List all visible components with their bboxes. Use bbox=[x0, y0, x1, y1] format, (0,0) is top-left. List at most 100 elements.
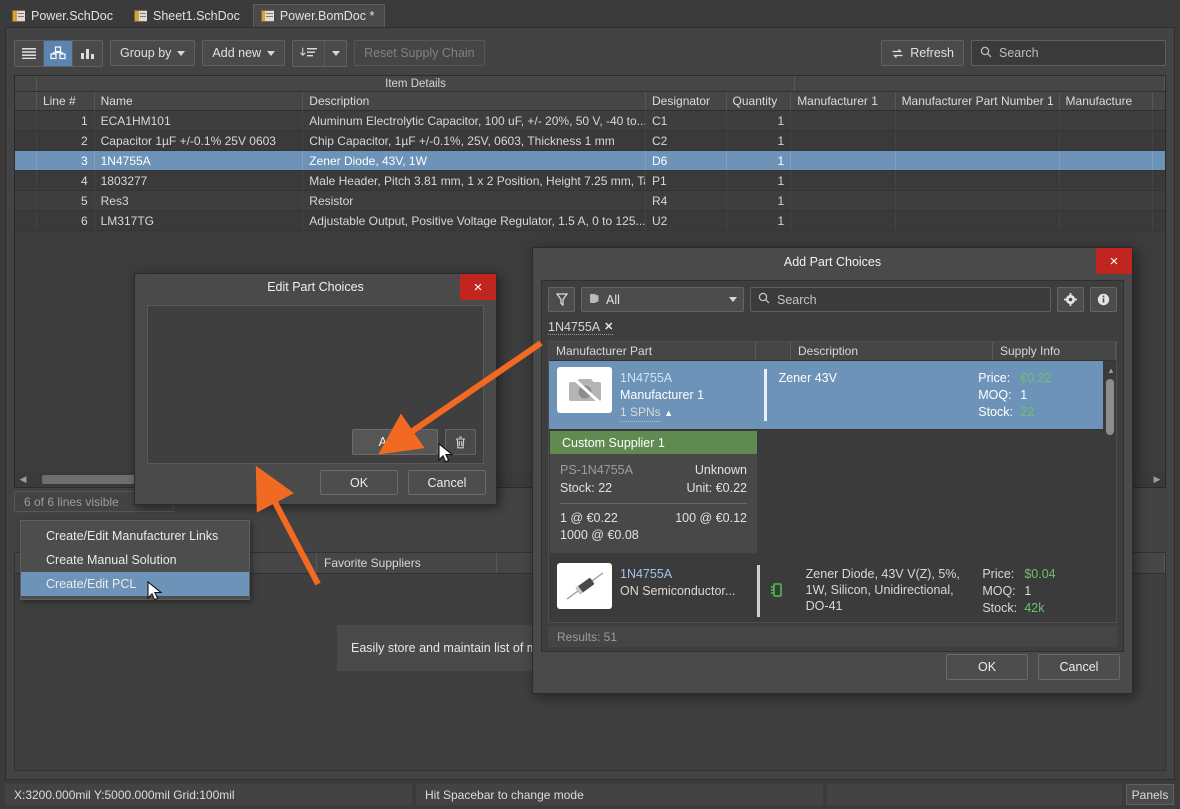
close-icon[interactable]: ✕ bbox=[604, 320, 613, 333]
part-number[interactable]: 1N4755A bbox=[620, 370, 704, 387]
manufacturer-name: ON Semiconductor... bbox=[620, 584, 736, 598]
col-label: Manufacturer Part bbox=[556, 344, 653, 358]
column-header-manufacturer-part-number-1[interactable]: Manufacturer Part Number 1 bbox=[896, 92, 1060, 110]
column-header-line[interactable]: Line # bbox=[37, 92, 95, 110]
cell-manufacture bbox=[1060, 151, 1153, 170]
ok-button[interactable]: OK bbox=[946, 654, 1028, 680]
column-header-blank[interactable] bbox=[1153, 92, 1165, 110]
chart-view-icon[interactable] bbox=[73, 41, 102, 66]
result-row-on-semiconductor[interactable]: 1N4755A ON Semiconductor... Zener Diode,… bbox=[549, 557, 1116, 622]
tab-label: Power.BomDoc * bbox=[279, 9, 375, 23]
warning-icon[interactable] bbox=[1153, 211, 1165, 230]
reset-supply-chain-button[interactable]: Reset Supply Chain bbox=[354, 40, 485, 66]
cell-line-number: 5 bbox=[37, 191, 95, 210]
cell-line-number: 4 bbox=[37, 171, 95, 190]
sort-split-button[interactable] bbox=[292, 39, 348, 67]
supplier-card[interactable]: Custom Supplier 1 PS-1N4755A Unknown Sto… bbox=[550, 431, 757, 553]
results-vertical-scrollbar[interactable]: ▲ bbox=[1103, 361, 1116, 622]
cell-name: 1803277 bbox=[95, 171, 304, 190]
close-icon[interactable]: × bbox=[460, 274, 496, 300]
ok-button[interactable]: OK bbox=[320, 470, 398, 495]
spn-toggle[interactable]: 1 SPNs ▲ bbox=[620, 404, 704, 422]
tab-power-bomdoc[interactable]: Power.BomDoc * bbox=[252, 4, 386, 27]
structure-view-icon[interactable] bbox=[44, 40, 73, 66]
table-row[interactable]: 1 ECA1HM101 Aluminum Electrolytic Capacito… bbox=[15, 111, 1165, 131]
column-header-blank[interactable] bbox=[15, 92, 37, 110]
lifecycle-cell bbox=[760, 557, 794, 622]
info-icon[interactable] bbox=[1090, 287, 1117, 312]
table-row[interactable]: 3 1N4755A Zener Diode, 43V, 1W D6 1 bbox=[15, 151, 1165, 171]
cell-mpn-1 bbox=[896, 151, 1060, 170]
part-choices-list[interactable]: Add... bbox=[147, 305, 484, 464]
group-by-button[interactable]: Group by bbox=[110, 40, 196, 66]
filter-icon[interactable] bbox=[548, 287, 575, 312]
scroll-left-arrow[interactable]: ◀ bbox=[16, 474, 30, 485]
description-cell: Zener Diode, 43V V(Z), 5%, 1W, Silicon, … bbox=[794, 557, 971, 622]
column-header-name[interactable]: Name bbox=[95, 92, 304, 110]
moq-label: MOQ: bbox=[978, 388, 1012, 402]
cell-manufacture bbox=[1060, 171, 1153, 190]
tab-sheet1-schdoc[interactable]: Sheet1.SchDoc bbox=[125, 4, 251, 27]
close-icon[interactable]: × bbox=[1096, 248, 1132, 274]
cell-quantity: 1 bbox=[727, 131, 792, 150]
search-results-list[interactable]: Manufacturer Part Description Supply Inf… bbox=[548, 341, 1117, 623]
mouse-cursor-menu bbox=[147, 580, 163, 606]
menu-item-create-manual-solution[interactable]: Create Manual Solution bbox=[21, 548, 249, 572]
panels-button[interactable]: Panels bbox=[1126, 784, 1174, 805]
schematic-doc-icon bbox=[133, 10, 147, 22]
gear-icon[interactable] bbox=[1057, 287, 1084, 312]
cell-designator: R4 bbox=[646, 191, 727, 210]
menu-item-label: Create Manual Solution bbox=[46, 553, 177, 567]
supplier-unit-price: Unit: €0.22 bbox=[686, 481, 747, 495]
spn-count: 1 SPNs bbox=[620, 404, 661, 422]
warning-icon[interactable] bbox=[1153, 111, 1165, 130]
part-number[interactable]: 1N4755A bbox=[620, 566, 735, 583]
add-new-button[interactable]: Add new bbox=[202, 40, 286, 66]
table-row[interactable]: 5 Res3 Resistor R4 1 bbox=[15, 191, 1165, 211]
schematic-doc-icon bbox=[12, 10, 25, 22]
result-row-manufacturer-1[interactable]: 1N4755A Manufacturer 1 1 SPNs ▲ Zener 43… bbox=[549, 361, 1116, 430]
column-header-quantity[interactable]: Quantity bbox=[727, 92, 792, 110]
sort-icon[interactable] bbox=[293, 41, 324, 66]
ok-label: OK bbox=[977, 660, 997, 674]
column-header-designator[interactable]: Designator bbox=[646, 92, 727, 110]
description-text: Zener 43V bbox=[778, 371, 837, 385]
scroll-thumb[interactable] bbox=[1106, 379, 1114, 435]
row-marker bbox=[15, 131, 37, 150]
column-header-manufacture[interactable]: Manufacture bbox=[1060, 92, 1153, 110]
table-row[interactable]: 2 Capacitor 1µF +/-0.1% 25V 0603 Chip Capa… bbox=[15, 131, 1165, 151]
supply-info-cell: Price: $0.04 MOQ: 1 Stock: 42k bbox=[970, 557, 1116, 622]
list-view-icon[interactable] bbox=[15, 40, 44, 66]
menu-item-create-edit-pcl[interactable]: Create/Edit PCL bbox=[21, 572, 249, 596]
ok-label: OK bbox=[349, 475, 369, 490]
cancel-button[interactable]: Cancel bbox=[1038, 654, 1120, 680]
column-header-manufacturer-1[interactable]: Manufacturer 1 bbox=[791, 92, 896, 110]
add-button[interactable]: Add... bbox=[352, 429, 438, 455]
cancel-button[interactable]: Cancel bbox=[408, 470, 486, 495]
warning-icon[interactable] bbox=[1153, 191, 1165, 210]
warning-icon[interactable] bbox=[1153, 171, 1165, 190]
coordinates-readout: X:3200.000mil Y:5000.000mil Grid:100mil bbox=[5, 784, 412, 805]
scroll-up-arrow[interactable]: ▲ bbox=[1107, 366, 1115, 375]
add-dialog-footer: OK Cancel bbox=[946, 654, 1120, 680]
scroll-right-arrow[interactable]: ▶ bbox=[1150, 474, 1164, 485]
warning-icon[interactable] bbox=[1153, 151, 1165, 170]
column-header-description[interactable]: Description bbox=[303, 92, 647, 110]
row-marker bbox=[15, 171, 37, 190]
search-icon bbox=[758, 292, 770, 307]
reset-supply-chain-label: Reset Supply Chain bbox=[364, 46, 475, 60]
menu-item-create-edit-manufacturer-links[interactable]: Create/Edit Manufacturer Links bbox=[21, 524, 249, 548]
refresh-button[interactable]: Refresh bbox=[881, 40, 964, 66]
tab-power-schdoc[interactable]: Power.SchDoc bbox=[4, 4, 124, 27]
sort-dropdown-arrow[interactable] bbox=[324, 40, 346, 66]
warning-icon[interactable] bbox=[1153, 131, 1165, 150]
part-search-input[interactable]: Search bbox=[750, 287, 1051, 312]
status-bar: X:3200.000mil Y:5000.000mil Grid:100mil … bbox=[0, 780, 1180, 809]
category-select[interactable]: All bbox=[581, 287, 744, 312]
table-row[interactable]: 6 LM317TG Adjustable Output, Positive Volt… bbox=[15, 211, 1165, 231]
cell-mpn-1 bbox=[896, 191, 1060, 210]
filter-chip-part[interactable]: 1N4755A ✕ bbox=[548, 320, 614, 335]
search-input[interactable]: Search bbox=[971, 40, 1166, 66]
cell-line-number: 1 bbox=[37, 111, 95, 130]
table-row[interactable]: 4 1803277 Male Header, Pitch 3.81 mm, 1 x … bbox=[15, 171, 1165, 191]
